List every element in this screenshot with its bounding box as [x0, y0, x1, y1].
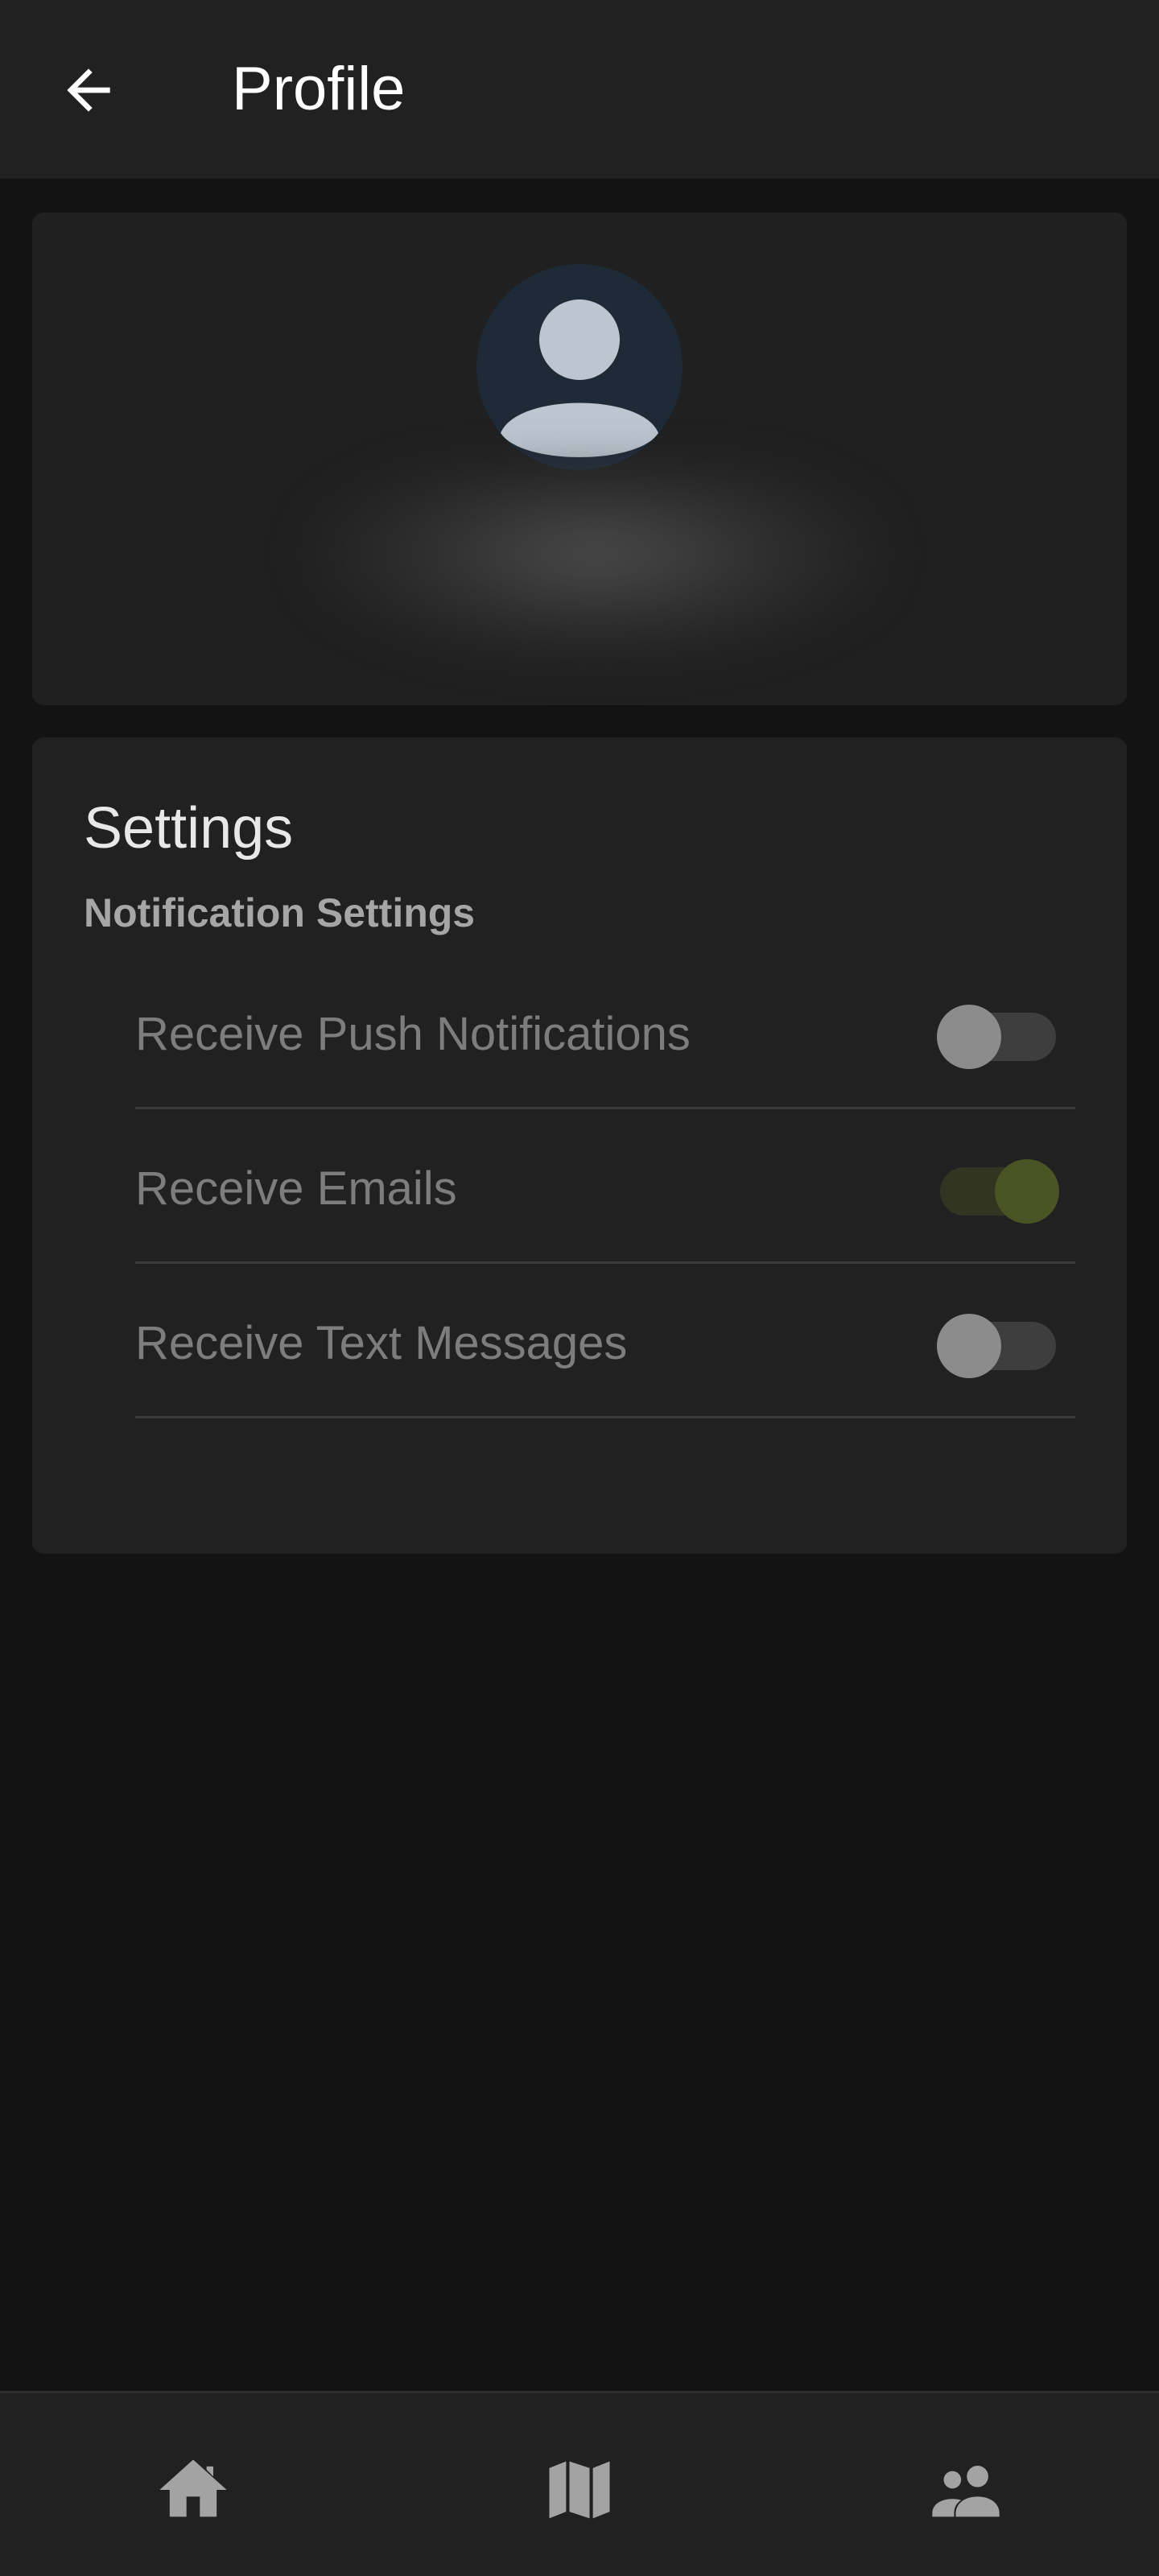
- map-icon: [549, 2461, 610, 2519]
- nav-map-button[interactable]: [515, 2425, 644, 2554]
- arrow-back-icon: [67, 68, 110, 112]
- setting-row-push: Receive Push Notifications: [135, 955, 1075, 1109]
- people-icon: [932, 2466, 1000, 2517]
- avatar[interactable]: [476, 264, 683, 470]
- page-title: Profile: [232, 55, 406, 123]
- settings-title: Settings: [84, 796, 294, 861]
- app-bar: Profile: [0, 0, 1159, 179]
- person-icon: [476, 264, 683, 470]
- back-button[interactable]: [50, 52, 127, 129]
- setting-label-text: Receive Text Messages: [135, 1317, 628, 1369]
- profile-card: [32, 213, 1127, 705]
- push-notifications-toggle[interactable]: [937, 1005, 1056, 1069]
- bottom-navigation: [0, 2391, 1159, 2576]
- nav-people-button[interactable]: [901, 2425, 1030, 2554]
- setting-label-push: Receive Push Notifications: [135, 1008, 691, 1060]
- toggle-thumb: [995, 1159, 1059, 1224]
- notification-settings-heading: Notification Settings: [84, 890, 476, 935]
- settings-card: Settings Notification Settings Receive P…: [32, 737, 1127, 1554]
- emails-toggle[interactable]: [940, 1159, 1059, 1224]
- nav-home-button[interactable]: [129, 2425, 258, 2554]
- setting-label-emails: Receive Emails: [135, 1162, 457, 1215]
- toggle-thumb: [937, 1314, 1001, 1378]
- user-name-redacted: [306, 467, 885, 660]
- setting-row-text: Receive Text Messages: [135, 1264, 1075, 1418]
- setting-row-emails: Receive Emails: [135, 1109, 1075, 1264]
- home-icon: [159, 2459, 227, 2517]
- text-messages-toggle[interactable]: [937, 1314, 1056, 1378]
- toggle-thumb: [937, 1005, 1001, 1069]
